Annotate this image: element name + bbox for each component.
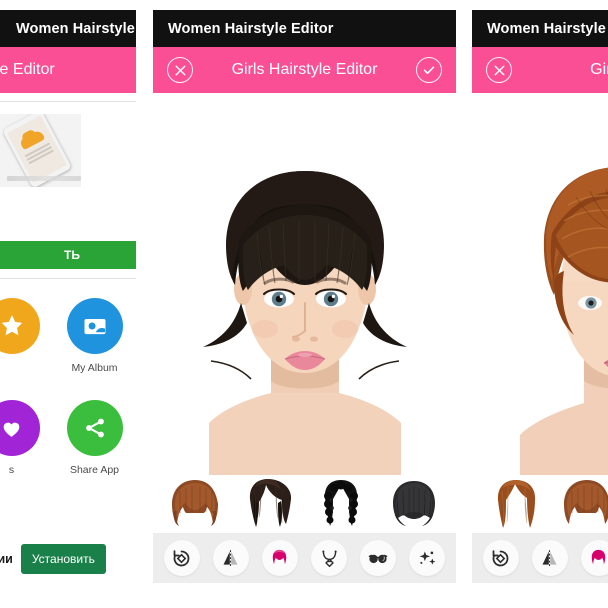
home-tile-grid: My Album s Share App — [0, 298, 136, 502]
check-circle-icon[interactable] — [416, 57, 442, 83]
editor-canvas-middle[interactable] — [153, 93, 456, 475]
status-bar-right: Women Hairstyle Editor — [472, 10, 608, 47]
home-tile-2[interactable]: s — [0, 400, 53, 476]
banner-install-button[interactable]: Установить — [20, 544, 106, 574]
hair-thumb-dark-wavy-long[interactable] — [237, 477, 299, 531]
star-icon[interactable] — [0, 298, 40, 354]
hairstyle-icon[interactable] — [580, 540, 608, 576]
phone-panel-middle: Women Hairstyle Editor Girls Hairstyle E… — [153, 10, 456, 583]
close-circle-icon[interactable] — [167, 57, 193, 83]
home-tile-label-share-app: Share App — [69, 464, 120, 476]
hairstyle-thumbnail-strip-middle[interactable] — [153, 475, 456, 533]
hairstyle-thumbnail-strip-right[interactable] — [472, 475, 608, 533]
tile-row-1: My Album — [0, 298, 136, 374]
hair-thumb-black-curly-long[interactable] — [310, 477, 372, 531]
status-bar-left: Women Hairstyle Editor — [0, 10, 136, 47]
home-tile-label-my-album: My Album — [71, 362, 118, 374]
sunglasses-icon[interactable] — [360, 540, 397, 576]
app-bar-left: yle Editor — [0, 47, 136, 93]
flip-mirror-icon[interactable] — [531, 540, 568, 576]
share-icon[interactable] — [66, 400, 123, 456]
flip-mirror-icon[interactable] — [212, 540, 249, 576]
app-bar-title-right: Girls Hair — [590, 61, 608, 78]
ad-install-button[interactable]: ТЬ — [0, 241, 136, 269]
ad-thumbnail — [0, 114, 81, 187]
ad-caption-placeholder — [7, 176, 81, 181]
rotate-icon[interactable] — [163, 540, 200, 576]
hair-thumb-dark-straight-bangs[interactable] — [383, 477, 445, 531]
ad-phone-screen — [7, 115, 67, 183]
hairstyle-icon[interactable] — [261, 540, 298, 576]
banner-text: тиции — [0, 552, 13, 566]
home-tile-share-app[interactable]: Share App — [53, 400, 136, 476]
close-circle-icon[interactable] — [486, 57, 512, 83]
app-bar-title-middle: Girls Hairstyle Editor — [231, 61, 378, 78]
home-tile-my-album[interactable]: My Album — [53, 298, 136, 374]
home-screen-left: ⓘ ТЬ — [0, 93, 136, 598]
model-portrait-middle — [153, 93, 456, 475]
phone-panel-left: Women Hairstyle Editor yle Editor ⓘ — [0, 10, 136, 598]
home-tile-0[interactable] — [0, 298, 53, 374]
model-portrait-right — [472, 93, 608, 475]
screenshot-collage: Women Hairstyle Editor yle Editor ⓘ — [0, 0, 608, 608]
app-bar-middle: Girls Hairstyle Editor — [153, 47, 456, 93]
bottom-ad-banner[interactable]: тиции Установить — [0, 536, 136, 582]
ad-card[interactable]: ⓘ ТЬ — [0, 101, 136, 279]
app-bar-right: Girls Hair — [472, 47, 608, 93]
app-bar-title-left: yle Editor — [0, 61, 55, 78]
status-bar-middle: Women Hairstyle Editor — [153, 10, 456, 47]
editor-canvas-right[interactable] — [472, 93, 608, 475]
hair-thumb-auburn-bob-bangs-2[interactable] — [556, 477, 608, 531]
editor-toolbar-middle[interactable] — [153, 533, 456, 583]
sparkles-icon[interactable] — [409, 540, 446, 576]
rotate-icon[interactable] — [482, 540, 519, 576]
photo-icon[interactable] — [66, 298, 123, 354]
hair-thumb-auburn-bob-bangs[interactable] — [164, 477, 226, 531]
tile-row-2: s Share App — [0, 400, 136, 476]
necklace-icon[interactable] — [311, 540, 348, 576]
app-title-left: Women Hairstyle Editor — [16, 20, 136, 37]
hair-thumb-auburn-long-side[interactable] — [483, 477, 545, 531]
app-title-middle: Women Hairstyle Editor — [168, 20, 334, 37]
phone-panel-right: Women Hairstyle Editor Girls Hair — [472, 10, 608, 583]
app-title-right: Women Hairstyle Editor — [487, 20, 608, 37]
heart-icon[interactable] — [0, 400, 40, 456]
home-tile-label-2: s — [8, 464, 15, 476]
editor-toolbar-right[interactable] — [472, 533, 608, 583]
